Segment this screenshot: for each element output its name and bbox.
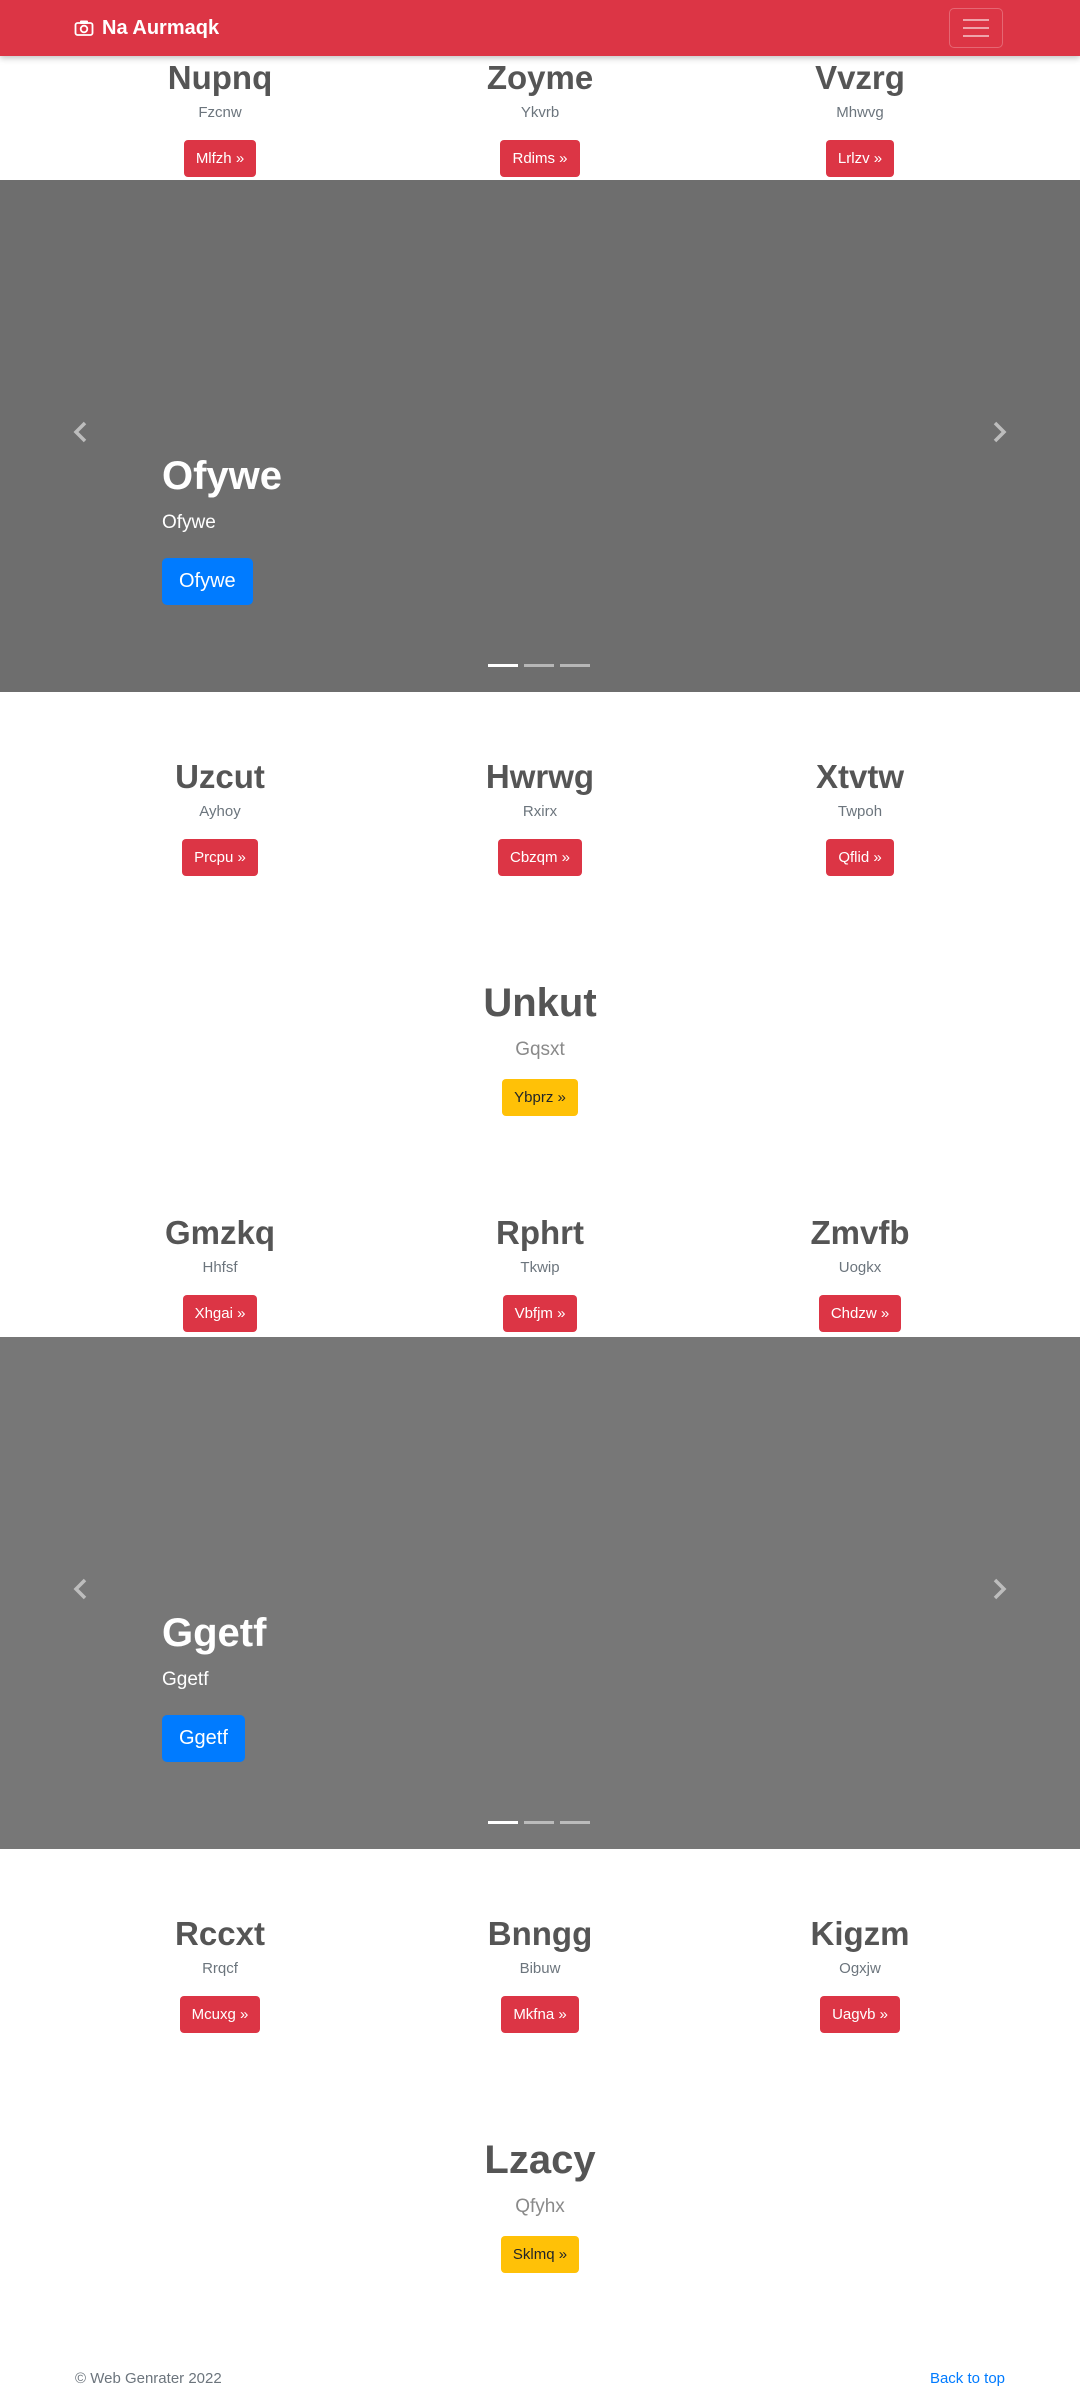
- column-title: Zoyme: [486, 59, 594, 96]
- feature-column: Uzcut Ayhoy Prcpu »: [60, 757, 380, 876]
- carousel-indicator[interactable]: [488, 1821, 518, 1824]
- feature-column: Hwrwg Rxirx Cbzqm »: [380, 757, 700, 876]
- feature-column: Zoyme Ykvrb Rdims »: [380, 58, 700, 177]
- column-subtitle: Twpoh: [837, 803, 883, 820]
- feature-column: Kigzm Ogxjw Uagvb »: [700, 1914, 1020, 2033]
- feature-row-2: Uzcut Ayhoy Prcpu » Hwrwg Rxirx Cbzqm » …: [0, 757, 1080, 887]
- column-title: Kigzm: [810, 1915, 910, 1952]
- navbar: Na Aurmaqk: [0, 0, 1080, 56]
- column-button[interactable]: Chdzw »: [818, 1295, 902, 1332]
- column-subtitle: Ogxjw: [839, 1960, 881, 1977]
- column-title: Rphrt: [496, 1214, 584, 1251]
- carousel-next-icon[interactable]: [987, 1577, 1011, 1601]
- column-button[interactable]: Uagvb »: [820, 1996, 900, 2033]
- column-button[interactable]: Cbzqm »: [497, 839, 583, 876]
- carousel-indicator[interactable]: [524, 1821, 554, 1824]
- column-button[interactable]: Rdims »: [500, 140, 580, 177]
- hamburger-menu-icon: [963, 19, 989, 21]
- brand-name: Na Aurmaqk: [102, 16, 220, 39]
- carousel-subtitle: Ofywe: [162, 512, 216, 533]
- column-button[interactable]: Qflid »: [826, 839, 894, 876]
- carousel-title: Ofywe: [162, 454, 283, 498]
- feature-row-4: Rccxt Rrqcf Mcuxg » Bnngg Bibuw Mkfna » …: [0, 1914, 1080, 2044]
- feature-column: Bnngg Bibuw Mkfna »: [380, 1914, 700, 2033]
- column-button[interactable]: Mlfzh »: [183, 140, 257, 177]
- feature-column: Rccxt Rrqcf Mcuxg »: [60, 1914, 380, 2033]
- column-title: Xtvtw: [815, 758, 904, 795]
- carousel-caption: Ggetf Ggetf Ggetf: [162, 1609, 266, 1762]
- carousel-caption: Ofywe Ofywe Ofywe: [162, 452, 282, 605]
- carousel-subtitle: Ggetf: [162, 1669, 209, 1690]
- column-button[interactable]: Mkfna »: [501, 1996, 579, 2033]
- column-subtitle: Ykvrb: [520, 104, 560, 121]
- featurette-title: Unkut: [483, 981, 597, 1025]
- column-subtitle: Rxirx: [522, 803, 558, 820]
- featurette-subtitle: Gqsxt: [515, 1039, 565, 1060]
- feature-column: Nupnq Fzcnw Mlfzh »: [60, 58, 380, 177]
- featurette-subtitle: Qfyhx: [515, 2196, 565, 2217]
- carousel-next-icon[interactable]: [987, 420, 1011, 444]
- feature-row-1: Nupnq Fzcnw Mlfzh » Zoyme Ykvrb Rdims » …: [0, 58, 1080, 188]
- column-button[interactable]: Mcuxg »: [179, 1996, 261, 2033]
- feature-column: Vvzrg Mhwvg Lrlzv »: [700, 58, 1020, 177]
- featurette-1: Unkut Gqsxt Ybprz »: [0, 979, 1080, 1116]
- featurette-button[interactable]: Ybprz »: [502, 1079, 578, 1116]
- featurette-2: Lzacy Qfyhx Sklmq »: [0, 2136, 1080, 2273]
- feature-row-3: Gmzkq Hhfsf Xhgai » Rphrt Tkwip Vbfjm » …: [0, 1213, 1080, 1343]
- column-subtitle: Ayhoy: [199, 803, 241, 820]
- column-subtitle: Uogkx: [838, 1259, 882, 1276]
- column-subtitle: Hhfsf: [202, 1259, 238, 1276]
- feature-column: Zmvfb Uogkx Chdzw »: [700, 1213, 1020, 1332]
- featurette-button[interactable]: Sklmq »: [500, 2236, 580, 2273]
- carousel-indicator[interactable]: [488, 664, 518, 667]
- navbar-toggler-button[interactable]: [949, 8, 1003, 48]
- featurette-title: Lzacy: [484, 2138, 596, 2182]
- carousel-indicators: [488, 1821, 590, 1824]
- column-title: Gmzkq: [164, 1214, 276, 1251]
- carousel-indicator[interactable]: [560, 1821, 590, 1824]
- carousel-button[interactable]: Ofywe: [162, 558, 253, 605]
- column-subtitle: Fzcnw: [198, 104, 242, 121]
- column-subtitle: Tkwip: [520, 1259, 560, 1276]
- hamburger-menu-icon-line: [963, 27, 989, 29]
- feature-column: Xtvtw Twpoh Qflid »: [700, 757, 1020, 876]
- column-title: Uzcut: [175, 758, 265, 795]
- column-title: Zmvfb: [810, 1214, 910, 1251]
- column-subtitle: Bibuw: [519, 1960, 561, 1977]
- carousel-title: Ggetf: [162, 1611, 267, 1655]
- back-to-top-link[interactable]: Back to top: [930, 2370, 1005, 2387]
- column-button[interactable]: Xhgai »: [182, 1295, 258, 1332]
- column-title: Vvzrg: [815, 59, 905, 96]
- column-title: Rccxt: [175, 1915, 265, 1952]
- carousel-indicators: [488, 664, 590, 667]
- feature-column: Gmzkq Hhfsf Xhgai »: [60, 1213, 380, 1332]
- column-title: Nupnq: [167, 59, 273, 96]
- footer: © Web Genrater 2022 Back to top: [0, 2370, 1080, 2394]
- column-subtitle: Rrqcf: [202, 1960, 238, 1977]
- column-button[interactable]: Lrlzv »: [825, 140, 895, 177]
- column-title: Hwrwg: [485, 758, 595, 795]
- carousel-prev-icon[interactable]: [69, 1577, 93, 1601]
- hamburger-menu-icon-line: [963, 35, 989, 37]
- carousel-indicator[interactable]: [524, 664, 554, 667]
- carousel-2: Ggetf Ggetf Ggetf: [0, 1337, 1080, 1849]
- column-subtitle: Mhwvg: [836, 104, 884, 121]
- carousel-1: Ofywe Ofywe Ofywe: [0, 180, 1080, 692]
- camera-icon: [74, 20, 94, 36]
- navbar-brand[interactable]: Na Aurmaqk: [74, 14, 219, 42]
- carousel-indicator[interactable]: [560, 664, 590, 667]
- column-button[interactable]: Prcpu »: [182, 839, 258, 876]
- footer-copyright: © Web Genrater 2022: [75, 2370, 222, 2387]
- column-button[interactable]: Vbfjm »: [502, 1295, 578, 1332]
- carousel-prev-icon[interactable]: [69, 420, 93, 444]
- column-title: Bnngg: [487, 1915, 593, 1952]
- carousel-button[interactable]: Ggetf: [162, 1715, 245, 1762]
- feature-column: Rphrt Tkwip Vbfjm »: [380, 1213, 700, 1332]
